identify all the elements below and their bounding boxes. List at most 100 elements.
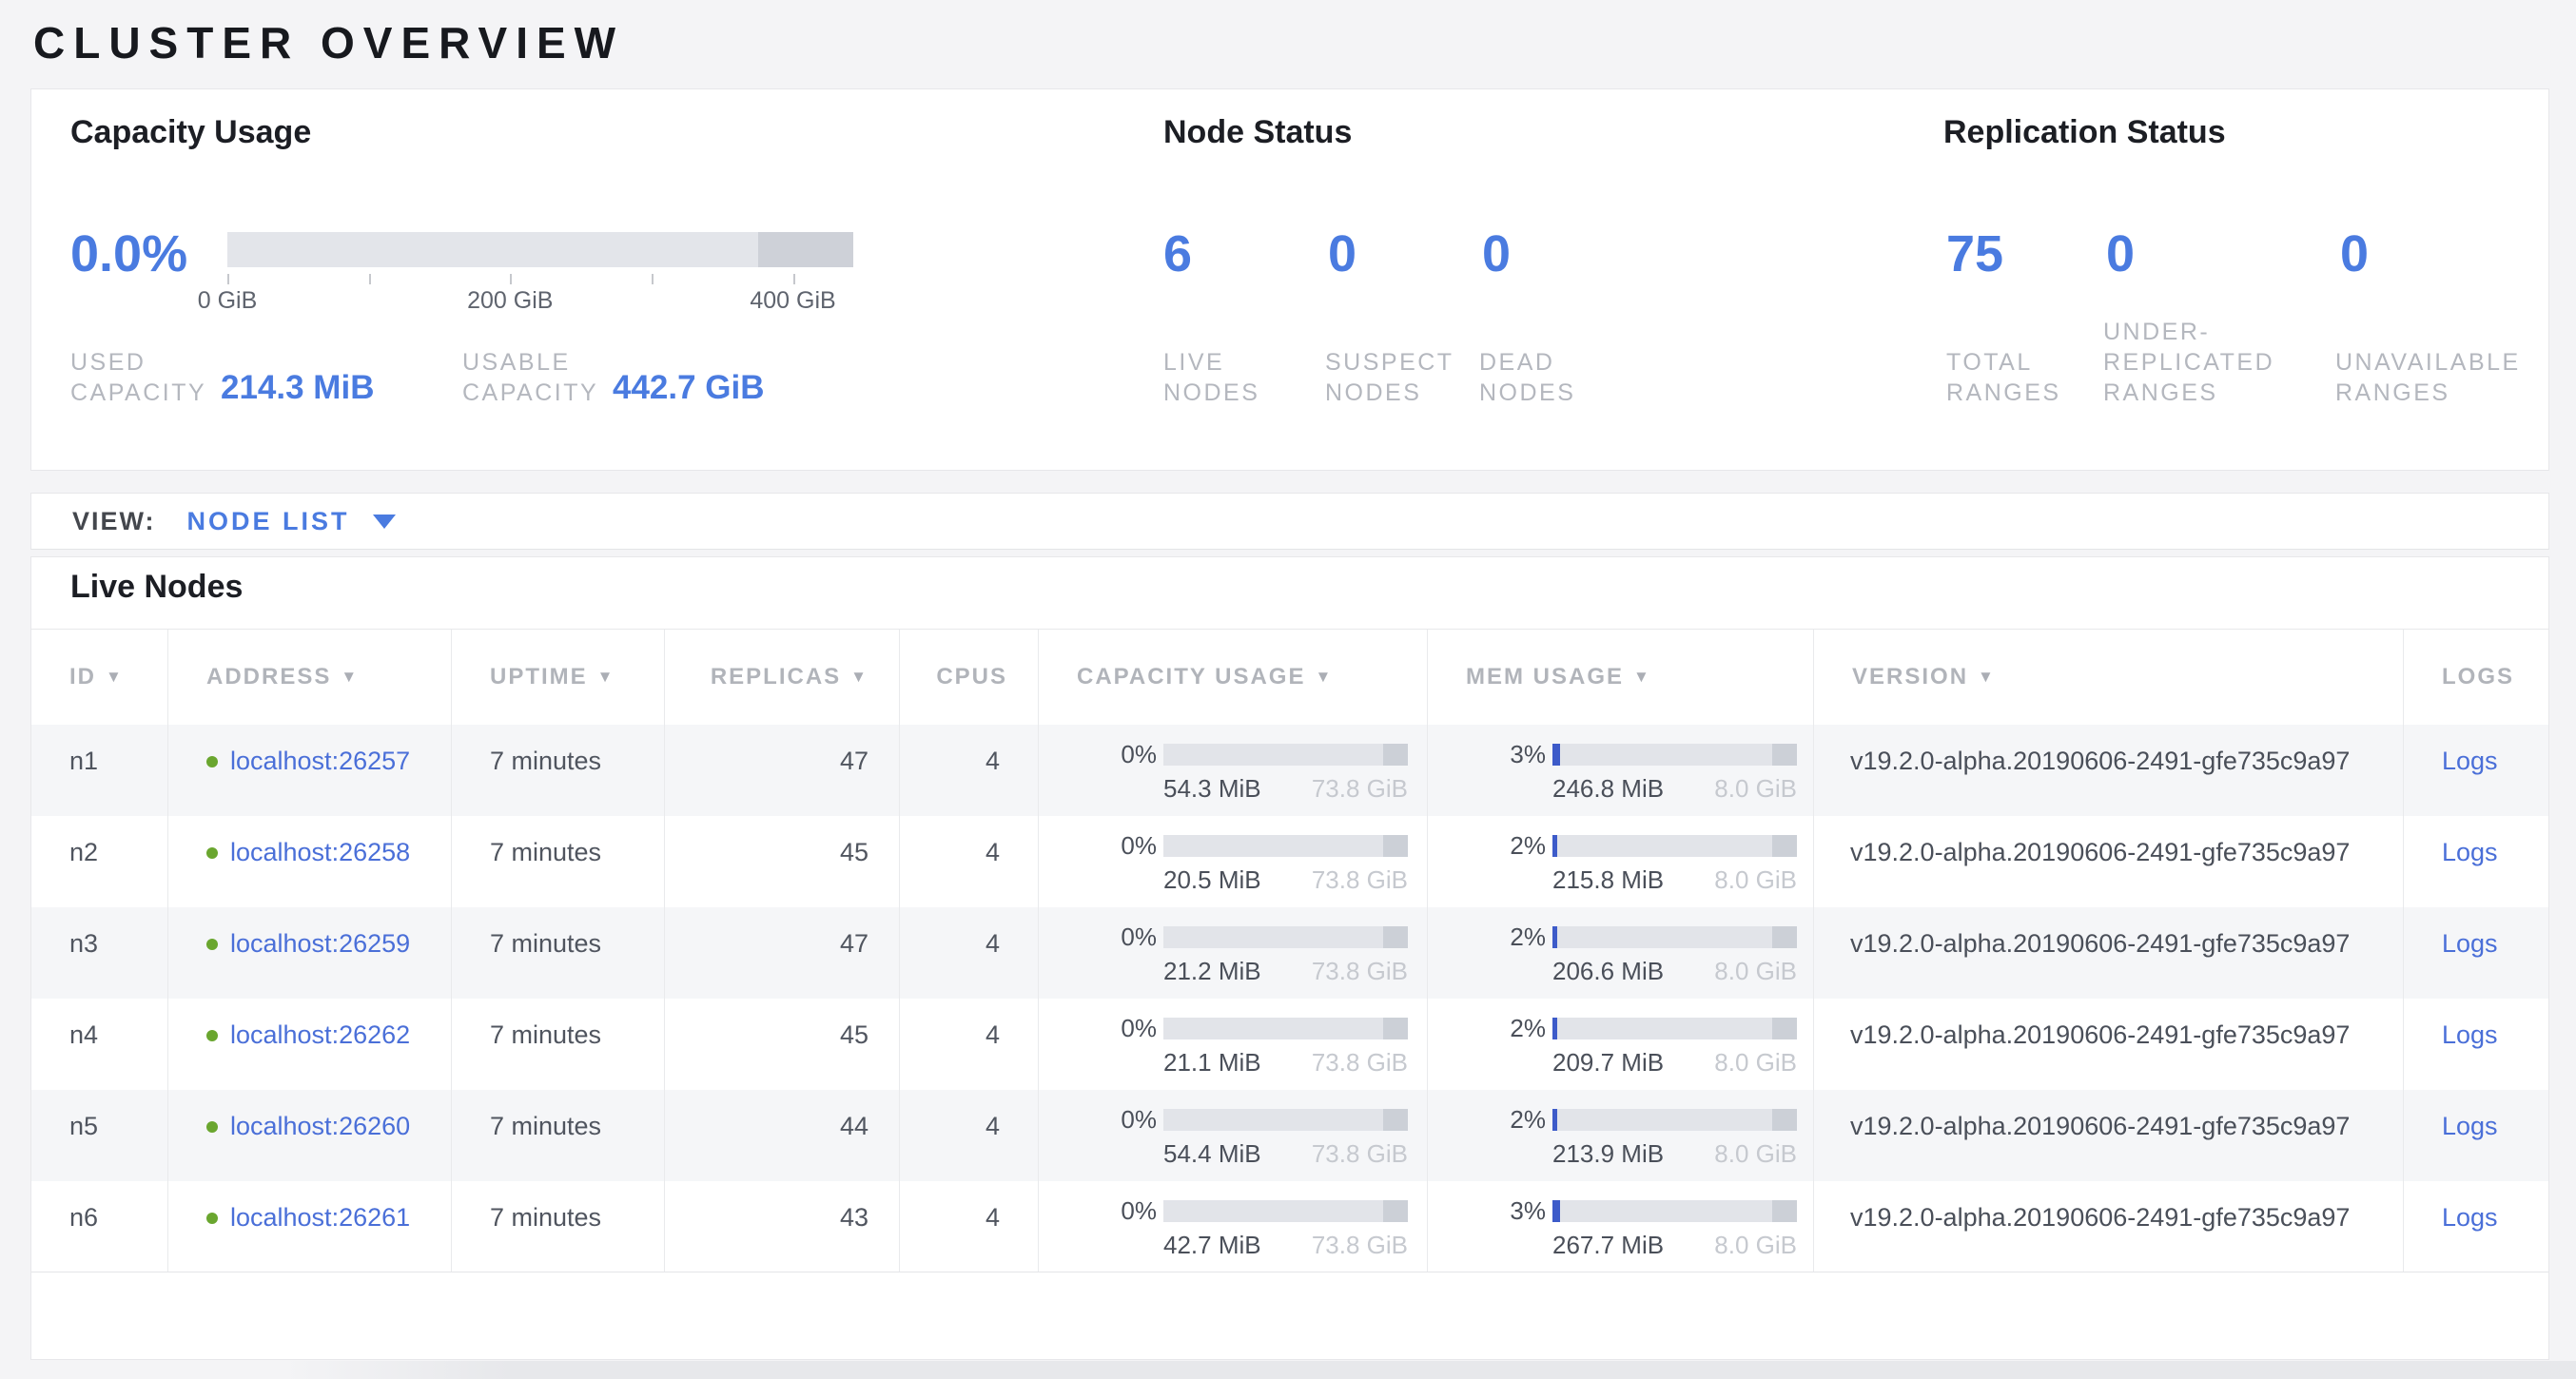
suspect-nodes-label: SUSPECT NODES — [1325, 347, 1473, 408]
column-header-label: CAPACITY USAGE — [1077, 664, 1305, 690]
logs-link[interactable]: Logs — [2442, 1112, 2498, 1140]
column-header-label: ADDRESS — [206, 664, 331, 690]
mem-usage-bar-used — [1552, 1109, 1557, 1131]
cell-version: v19.2.0-alpha.20190606-2491-gfe735c9a97 — [1814, 999, 2404, 1090]
sort-caret-icon: ▼ — [106, 668, 124, 687]
cell-uptime: 7 minutes — [452, 1090, 665, 1181]
table-row-n6: n6localhost:262617 minutes4340%42.7 MiB7… — [31, 1181, 2548, 1272]
mem-usage-used-value: 267.7 MiB — [1552, 1230, 1664, 1260]
cell-uptime: 7 minutes — [452, 907, 665, 999]
mem-usage-percent: 2% — [1428, 1104, 1546, 1135]
mem-usage-bar-reserved — [1772, 744, 1797, 766]
mem-usage-used-value: 215.8 MiB — [1552, 864, 1664, 895]
node-address-link[interactable]: localhost:26261 — [230, 1203, 410, 1232]
node-status-title: Node Status — [1163, 114, 1352, 151]
capacity-usage-total-value: 73.8 GiB — [1312, 864, 1408, 895]
column-header-uptime[interactable]: UPTIME▼ — [452, 630, 665, 725]
logs-link[interactable]: Logs — [2442, 1020, 2498, 1049]
mem-usage-bar — [1552, 926, 1797, 948]
capacity-usage-used-value: 42.7 MiB — [1163, 1230, 1261, 1260]
cell-cpus: 4 — [900, 999, 1039, 1090]
axis-tick — [227, 274, 229, 284]
mem-usage-used-value: 213.9 MiB — [1552, 1138, 1664, 1169]
cell-mem-usage: 3%267.7 MiB8.0 GiB — [1428, 1181, 1814, 1272]
node-address-link[interactable]: localhost:26259 — [230, 929, 410, 958]
cell-capacity-usage: 0%21.2 MiB73.8 GiB — [1039, 907, 1428, 999]
logs-link[interactable]: Logs — [2442, 929, 2498, 958]
column-header-label: ID — [69, 664, 96, 690]
capacity-usage-bar-reserved — [1383, 926, 1408, 948]
logs-link[interactable]: Logs — [2442, 838, 2498, 866]
sort-caret-icon: ▼ — [850, 668, 868, 687]
cell-cpus: 4 — [900, 1090, 1039, 1181]
cell-logs: Logs — [2404, 1181, 2548, 1272]
node-address-link[interactable]: localhost:26260 — [230, 1112, 410, 1140]
column-header-id[interactable]: ID ▼ — [31, 630, 168, 725]
cell-mem-usage: 2%215.8 MiB8.0 GiB — [1428, 816, 1814, 907]
cell-capacity-usage: 0%20.5 MiB73.8 GiB — [1039, 816, 1428, 907]
cell-version: v19.2.0-alpha.20190606-2491-gfe735c9a97 — [1814, 1181, 2404, 1272]
live-nodes-label: LIVE NODES — [1163, 347, 1311, 408]
axis-tick — [510, 274, 512, 284]
mem-usage-bar-reserved — [1772, 926, 1797, 948]
cell-logs: Logs — [2404, 725, 2548, 816]
column-header-replicas[interactable]: REPLICAS ▼ — [665, 630, 900, 725]
healthy-status-dot-icon — [206, 756, 218, 767]
cell-capacity-usage: 0%21.1 MiB73.8 GiB — [1039, 999, 1428, 1090]
mem-usage-bar-used — [1552, 1018, 1557, 1039]
mem-usage-bar-used — [1552, 835, 1557, 857]
column-header-label: CPUS — [936, 664, 1007, 690]
column-header-address[interactable]: ADDRESS▼ — [168, 630, 452, 725]
healthy-status-dot-icon — [206, 939, 218, 950]
axis-tick-label: 400 GiB — [750, 287, 835, 315]
table-row-n4: n4localhost:262627 minutes4540%21.1 MiB7… — [31, 999, 2548, 1090]
cluster-summary-card: Capacity Usage 0.0% 0 GiB200 GiB400 GiB … — [30, 88, 2549, 471]
cell-version: v19.2.0-alpha.20190606-2491-gfe735c9a97 — [1814, 907, 2404, 999]
logs-link[interactable]: Logs — [2442, 1203, 2498, 1232]
capacity-usage-total-value: 73.8 GiB — [1312, 773, 1408, 804]
mem-usage-bar-used — [1552, 1200, 1560, 1222]
capacity-usage-bar-reserved — [1383, 835, 1408, 857]
capacity-usage-used-value: 54.3 MiB — [1163, 773, 1261, 804]
column-header-version[interactable]: VERSION▼ — [1814, 630, 2404, 725]
cell-address: localhost:26258 — [168, 816, 452, 907]
capacity-usage-bar-reserved — [1383, 744, 1408, 766]
mem-usage-bar-reserved — [1772, 835, 1797, 857]
capacity-usage-bar-reserved — [1383, 1200, 1408, 1222]
node-address-link[interactable]: localhost:26257 — [230, 747, 410, 775]
suspect-nodes-count: 0 — [1328, 224, 1356, 283]
cell-node-id: n5 — [31, 1090, 168, 1181]
sort-caret-icon: ▼ — [1315, 668, 1333, 687]
table-body: n1localhost:262577 minutes4740%54.3 MiB7… — [31, 725, 2548, 1272]
capacity-usage-total-value: 73.8 GiB — [1312, 956, 1408, 986]
capacity-usage-percent: 0% — [1039, 1195, 1157, 1226]
chevron-down-icon[interactable] — [373, 515, 396, 529]
capacity-usage-bar-reserved — [1383, 1109, 1408, 1131]
node-address-link[interactable]: localhost:26258 — [230, 838, 410, 866]
mem-usage-bar — [1552, 1018, 1797, 1039]
cell-replicas: 47 — [665, 907, 900, 999]
under-replicated-ranges-label: UNDER-REPLICATED RANGES — [2103, 317, 2293, 408]
cell-node-id: n2 — [31, 816, 168, 907]
cell-uptime: 7 minutes — [452, 816, 665, 907]
logs-link[interactable]: Logs — [2442, 747, 2498, 775]
column-header-capacity[interactable]: CAPACITY USAGE ▼ — [1039, 630, 1428, 725]
view-dropdown[interactable]: NODE LIST — [187, 507, 350, 536]
capacity-usage-total-value: 73.8 GiB — [1312, 1047, 1408, 1078]
cell-uptime: 7 minutes — [452, 725, 665, 816]
node-address-link[interactable]: localhost:26262 — [230, 1020, 410, 1049]
capacity-usage-percent: 0% — [1039, 830, 1157, 861]
cell-version: v19.2.0-alpha.20190606-2491-gfe735c9a97 — [1814, 1090, 2404, 1181]
column-header-label: REPLICAS — [711, 664, 841, 690]
sort-caret-icon: ▼ — [597, 668, 615, 687]
capacity-usage-used-value: 21.1 MiB — [1163, 1047, 1261, 1078]
healthy-status-dot-icon — [206, 847, 218, 859]
table-row-n1: n1localhost:262577 minutes4740%54.3 MiB7… — [31, 725, 2548, 816]
capacity-usage-bar — [1163, 1109, 1408, 1131]
capacity-usage-used-value: 21.2 MiB — [1163, 956, 1261, 986]
column-header-memory[interactable]: MEM USAGE▼ — [1428, 630, 1814, 725]
mem-usage-total-value: 8.0 GiB — [1714, 1138, 1797, 1169]
mem-usage-percent: 3% — [1428, 1195, 1546, 1226]
healthy-status-dot-icon — [206, 1030, 218, 1041]
mem-usage-bar-reserved — [1772, 1109, 1797, 1131]
